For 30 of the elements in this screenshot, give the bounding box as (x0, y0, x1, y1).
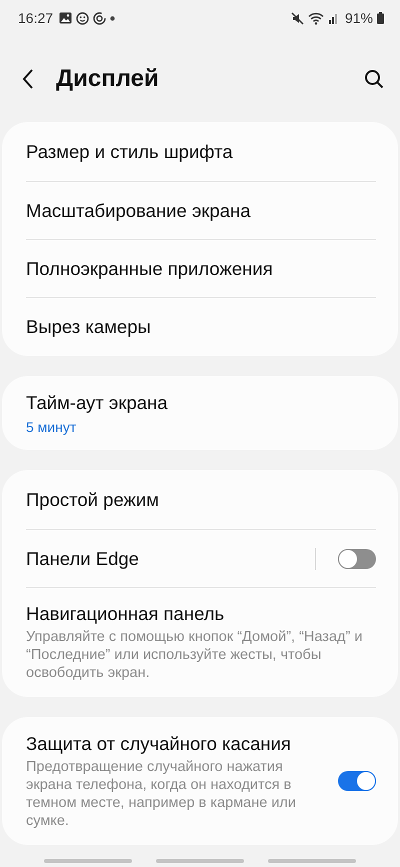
mute-icon (290, 12, 304, 24)
page-title: Дисплей (56, 65, 160, 93)
nav-hint-icon (156, 859, 244, 863)
setting-description: Предотвращение случайного нажатия экрана телефона, когда он находится в темном месте, например в кармане или сумке. (26, 758, 297, 830)
setting-value: 5 минут (26, 419, 78, 435)
setting-description: Управляйте с помощью кнопок “Домой”, “Назад” и “Последние” или используйте жесты, чтобы освободить экран. (26, 628, 364, 682)
setting-title[interactable]: Навигационная панель (26, 602, 376, 626)
nav-hint-icon (44, 859, 132, 863)
status-time: 16:27 (18, 10, 54, 26)
toggle-switch[interactable] (338, 771, 376, 791)
setting-title[interactable]: Масштабирование экрана (26, 198, 376, 222)
setting-title[interactable]: Размер и стиль шрифта (26, 140, 376, 164)
battery-level: 91% (344, 10, 373, 26)
setting-title[interactable]: Простой режим (26, 488, 376, 512)
setting-title[interactable]: Вырез камеры (26, 314, 376, 338)
face-icon (76, 12, 90, 24)
nav-hint-icon (268, 859, 356, 863)
target-icon (93, 12, 106, 24)
image-icon (59, 12, 72, 24)
battery-icon (377, 12, 384, 24)
signal-icon (328, 12, 339, 24)
toggle-switch[interactable] (338, 548, 376, 568)
setting-title[interactable]: Панели Edge (26, 546, 303, 570)
dot-icon (110, 16, 116, 20)
wifi-icon (308, 12, 325, 24)
setting-title[interactable]: Тайм-аут экрана (26, 391, 376, 415)
search-icon (364, 69, 384, 89)
setting-title[interactable]: Защита от случайного касания (26, 732, 308, 756)
back-icon (22, 69, 34, 89)
setting-title[interactable]: Полноэкранные приложения (26, 256, 376, 280)
